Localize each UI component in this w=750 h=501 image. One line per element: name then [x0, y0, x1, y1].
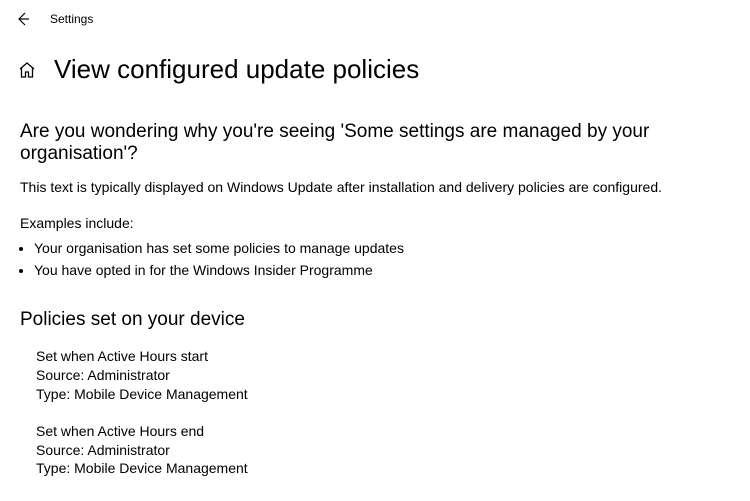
policy-type-label: Type:: [36, 386, 70, 402]
list-item: Your organisation has set some policies …: [34, 237, 730, 259]
policy-item: Set when Active Hours start Source: Admi…: [20, 347, 730, 404]
policy-source-label: Source:: [36, 367, 84, 383]
window-header: Settings: [0, 0, 750, 36]
examples-label: Examples include:: [20, 215, 730, 231]
policies-heading: Policies set on your device: [20, 309, 730, 331]
policy-type: Type: Mobile Device Management: [36, 385, 730, 404]
policy-type-value: Mobile Device Management: [74, 386, 248, 402]
policy-item: Set when Active Hours end Source: Admini…: [20, 422, 730, 479]
window-title: Settings: [50, 12, 93, 26]
policy-source: Source: Administrator: [36, 441, 730, 460]
list-item: You have opted in for the Windows Inside…: [34, 259, 730, 281]
policy-source-label: Source:: [36, 442, 84, 458]
page-title: View configured update policies: [54, 54, 419, 85]
page-title-row: View configured update policies: [0, 36, 750, 91]
back-arrow-icon[interactable]: [14, 10, 32, 28]
policy-type: Type: Mobile Device Management: [36, 459, 730, 478]
policy-source-value: Administrator: [87, 442, 169, 458]
policy-name: Set when Active Hours start: [36, 347, 730, 366]
policy-type-label: Type:: [36, 460, 70, 476]
policy-source-value: Administrator: [87, 367, 169, 383]
policy-type-value: Mobile Device Management: [74, 460, 248, 476]
policy-source: Source: Administrator: [36, 366, 730, 385]
policy-name: Set when Active Hours end: [36, 422, 730, 441]
explanation-text: This text is typically displayed on Wind…: [20, 179, 730, 195]
home-icon[interactable]: [18, 61, 36, 79]
content-area: Are you wondering why you're seeing 'Som…: [0, 91, 750, 478]
examples-list: Your organisation has set some policies …: [20, 237, 730, 281]
explanation-heading: Are you wondering why you're seeing 'Som…: [20, 121, 730, 165]
